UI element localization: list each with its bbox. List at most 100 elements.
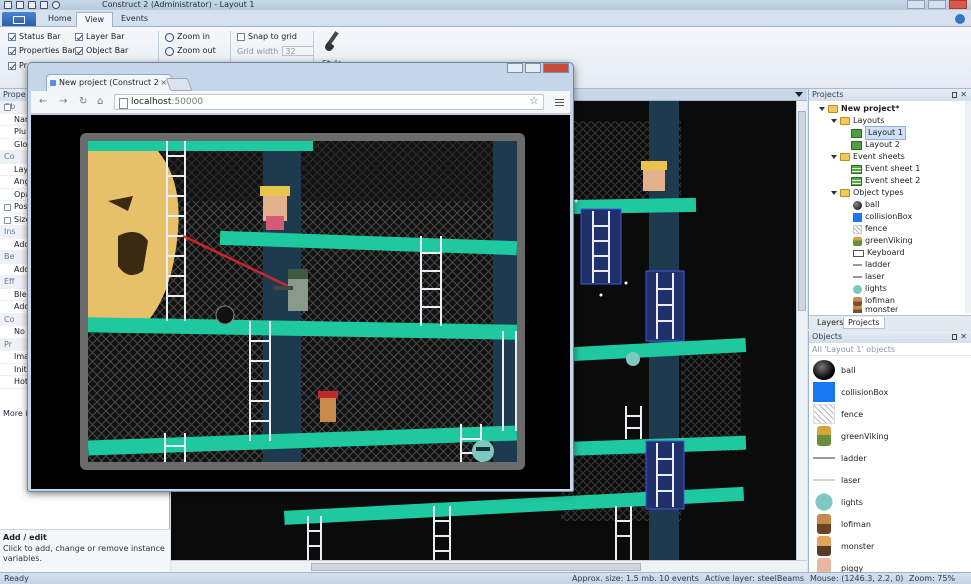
browser-tab-title: New project (Construct 2 xyxy=(59,78,159,87)
object-item[interactable]: monster xyxy=(813,536,874,556)
tree-project-root[interactable]: New project* xyxy=(819,103,899,115)
tree-object-type[interactable]: monster xyxy=(853,306,898,313)
object-item[interactable]: lofiman xyxy=(813,514,871,534)
piggy-icon xyxy=(817,558,831,572)
object-item[interactable]: piggy xyxy=(813,558,863,572)
vertical-scrollbar[interactable] xyxy=(796,101,807,560)
object-item[interactable]: collisionBox xyxy=(813,382,888,402)
tree-event-sheets-folder[interactable]: Event sheets xyxy=(831,151,905,163)
status-bar-checkbox[interactable]: Status Bar xyxy=(8,31,61,43)
maximize-button[interactable] xyxy=(928,0,946,9)
game-canvas[interactable] xyxy=(88,141,517,462)
layer-bar-checkbox[interactable]: Layer Bar xyxy=(75,31,125,43)
chevron-down-icon[interactable] xyxy=(795,92,803,97)
reload-icon[interactable]: ↻ xyxy=(79,97,87,107)
back-icon[interactable]: ← xyxy=(39,97,47,107)
tree-object-type[interactable]: lights xyxy=(853,283,887,295)
tree-object-type[interactable]: greenViking xyxy=(853,235,913,247)
tree-object-type[interactable]: laser xyxy=(853,271,885,283)
undo-icon[interactable] xyxy=(28,1,36,9)
redo-icon[interactable] xyxy=(40,1,48,9)
tree-object-type[interactable]: Keyboard xyxy=(853,247,905,259)
tree-object-type[interactable]: ball xyxy=(853,199,879,211)
objects-filter[interactable]: All 'Layout 1' objects xyxy=(809,343,971,356)
close-button[interactable] xyxy=(949,0,967,9)
keyboard-icon xyxy=(853,249,864,257)
pin-icon[interactable] xyxy=(952,334,957,340)
home-icon[interactable]: ⌂ xyxy=(97,97,103,107)
object-label: piggy xyxy=(841,563,864,573)
object-label: lofiman xyxy=(841,519,871,529)
maximize-button[interactable] xyxy=(525,63,541,73)
object-type-label: laser xyxy=(865,272,885,281)
paintbrush-icon xyxy=(323,31,341,53)
application-button[interactable] xyxy=(2,12,36,26)
snap-to-grid-checkbox[interactable]: Snap to grid xyxy=(237,31,297,43)
new-tab-button[interactable] xyxy=(165,78,193,91)
tree-object-types-folder[interactable]: Object types xyxy=(831,187,904,199)
tab-projects[interactable]: Projects xyxy=(843,317,885,329)
browser-window-controls xyxy=(507,63,569,73)
lights-icon xyxy=(853,284,862,294)
zoom-out-button[interactable]: Zoom out xyxy=(165,45,216,57)
object-type-label: monster xyxy=(865,306,899,313)
event-sheet-label: Event sheet 2 xyxy=(865,176,921,185)
tab-events[interactable]: Events xyxy=(113,12,156,27)
tree-object-type[interactable]: fence xyxy=(853,223,887,235)
object-item[interactable]: greenViking xyxy=(813,426,889,446)
object-item[interactable]: lights xyxy=(813,492,863,512)
zoom-out-icon xyxy=(165,46,174,56)
tree-object-type[interactable]: collisionBox xyxy=(853,211,912,223)
menu-icon[interactable] xyxy=(555,99,564,106)
project-bar-checkbox[interactable]: Pr xyxy=(8,60,27,72)
zoom-in-button[interactable]: Zoom in xyxy=(165,31,210,43)
close-icon[interactable]: ✕ xyxy=(960,331,967,343)
viking-icon xyxy=(853,236,862,246)
browser-tab[interactable]: New project (Construct 2 × xyxy=(46,74,172,91)
tree-event-sheet-item[interactable]: Event sheet 1 xyxy=(851,163,920,175)
title-bar: Construct 2 (Administrator) - Layout 1 xyxy=(0,0,971,10)
object-item[interactable]: ladder xyxy=(813,448,867,468)
expand-icon[interactable] xyxy=(831,191,837,195)
forward-icon[interactable]: → xyxy=(59,97,67,107)
ladder-icon xyxy=(853,264,862,266)
game-scene[interactable] xyxy=(88,141,517,462)
minimize-button[interactable] xyxy=(907,0,925,9)
address-bar[interactable]: localhost:50000 xyxy=(114,94,544,110)
grid-width-input[interactable]: 32 xyxy=(282,46,315,56)
tree-event-sheet-item[interactable]: Event sheet 2 xyxy=(851,175,920,187)
object-item[interactable]: fence xyxy=(813,404,863,424)
status-ready: Ready xyxy=(4,574,29,583)
window-controls xyxy=(907,0,967,9)
tab-view[interactable]: View xyxy=(76,12,113,27)
tree-layout-item[interactable]: Layout 2 xyxy=(851,139,900,151)
expand-icon[interactable] xyxy=(831,155,837,159)
save-icon[interactable] xyxy=(16,1,24,9)
viking-icon xyxy=(817,426,831,446)
object-item[interactable]: laser xyxy=(813,470,861,490)
ladder-icon xyxy=(813,448,835,468)
app-menu-icon[interactable] xyxy=(4,1,12,9)
pin-icon[interactable] xyxy=(952,92,957,98)
minimize-button[interactable] xyxy=(507,63,523,73)
tab-home[interactable]: Home xyxy=(40,12,80,27)
object-item[interactable]: ball xyxy=(813,360,855,380)
expand-icon[interactable] xyxy=(831,119,837,123)
scrollbar-thumb[interactable] xyxy=(311,563,641,571)
object-bar-checkbox[interactable]: Object Bar xyxy=(75,45,128,57)
tree-layout-item[interactable]: Layout 1 xyxy=(851,126,906,140)
object-type-label: Keyboard xyxy=(867,248,905,257)
scrollbar-thumb[interactable] xyxy=(798,111,806,311)
horizontal-scrollbar[interactable] xyxy=(171,560,807,572)
properties-bar-checkbox[interactable]: Properties Bar xyxy=(8,45,76,57)
preview-browser-window[interactable]: New project (Construct 2 × ← → ↻ ⌂ local… xyxy=(27,62,574,492)
bookmark-star-icon[interactable]: ☆ xyxy=(529,94,539,107)
close-icon[interactable]: ✕ xyxy=(960,89,967,101)
help-icon[interactable] xyxy=(955,14,965,24)
tree-object-type[interactable]: ladder xyxy=(853,259,891,271)
object-type-label: ball xyxy=(865,200,880,209)
close-button[interactable] xyxy=(543,63,569,73)
vertical-scrollbar[interactable] xyxy=(965,101,971,313)
expand-icon[interactable] xyxy=(819,107,825,111)
run-icon[interactable] xyxy=(52,1,60,9)
